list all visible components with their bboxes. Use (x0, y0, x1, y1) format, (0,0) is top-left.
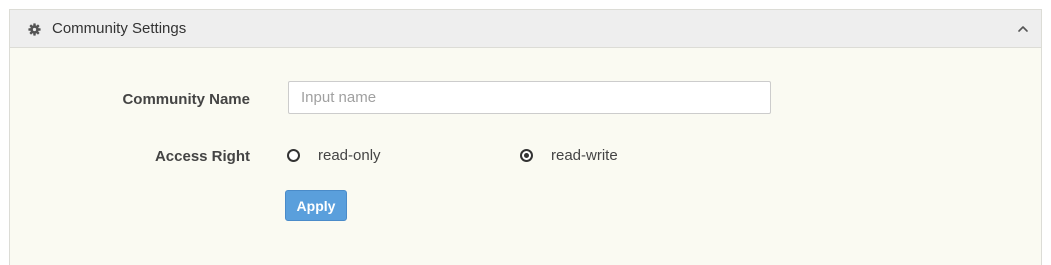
access-right-read-only-option[interactable]: read-only (287, 144, 381, 166)
community-name-input[interactable] (288, 81, 771, 114)
access-right-read-write-option[interactable]: read-write (520, 144, 618, 166)
read-only-label: read-only (318, 146, 381, 164)
gear-icon (28, 23, 41, 36)
panel-title: Community Settings (52, 20, 187, 37)
read-write-radio[interactable] (520, 148, 533, 162)
panel-header[interactable]: Community Settings (10, 10, 1041, 48)
read-write-label: read-write (551, 146, 618, 164)
community-name-label: Community Name (122, 91, 250, 108)
read-only-radio[interactable] (287, 148, 300, 162)
access-right-label: Access Right (154, 148, 250, 165)
apply-button[interactable]: Apply (285, 190, 347, 221)
community-settings-panel: Community Settings Community Name Access… (9, 9, 1042, 265)
chevron-up-icon[interactable] (1017, 23, 1029, 35)
